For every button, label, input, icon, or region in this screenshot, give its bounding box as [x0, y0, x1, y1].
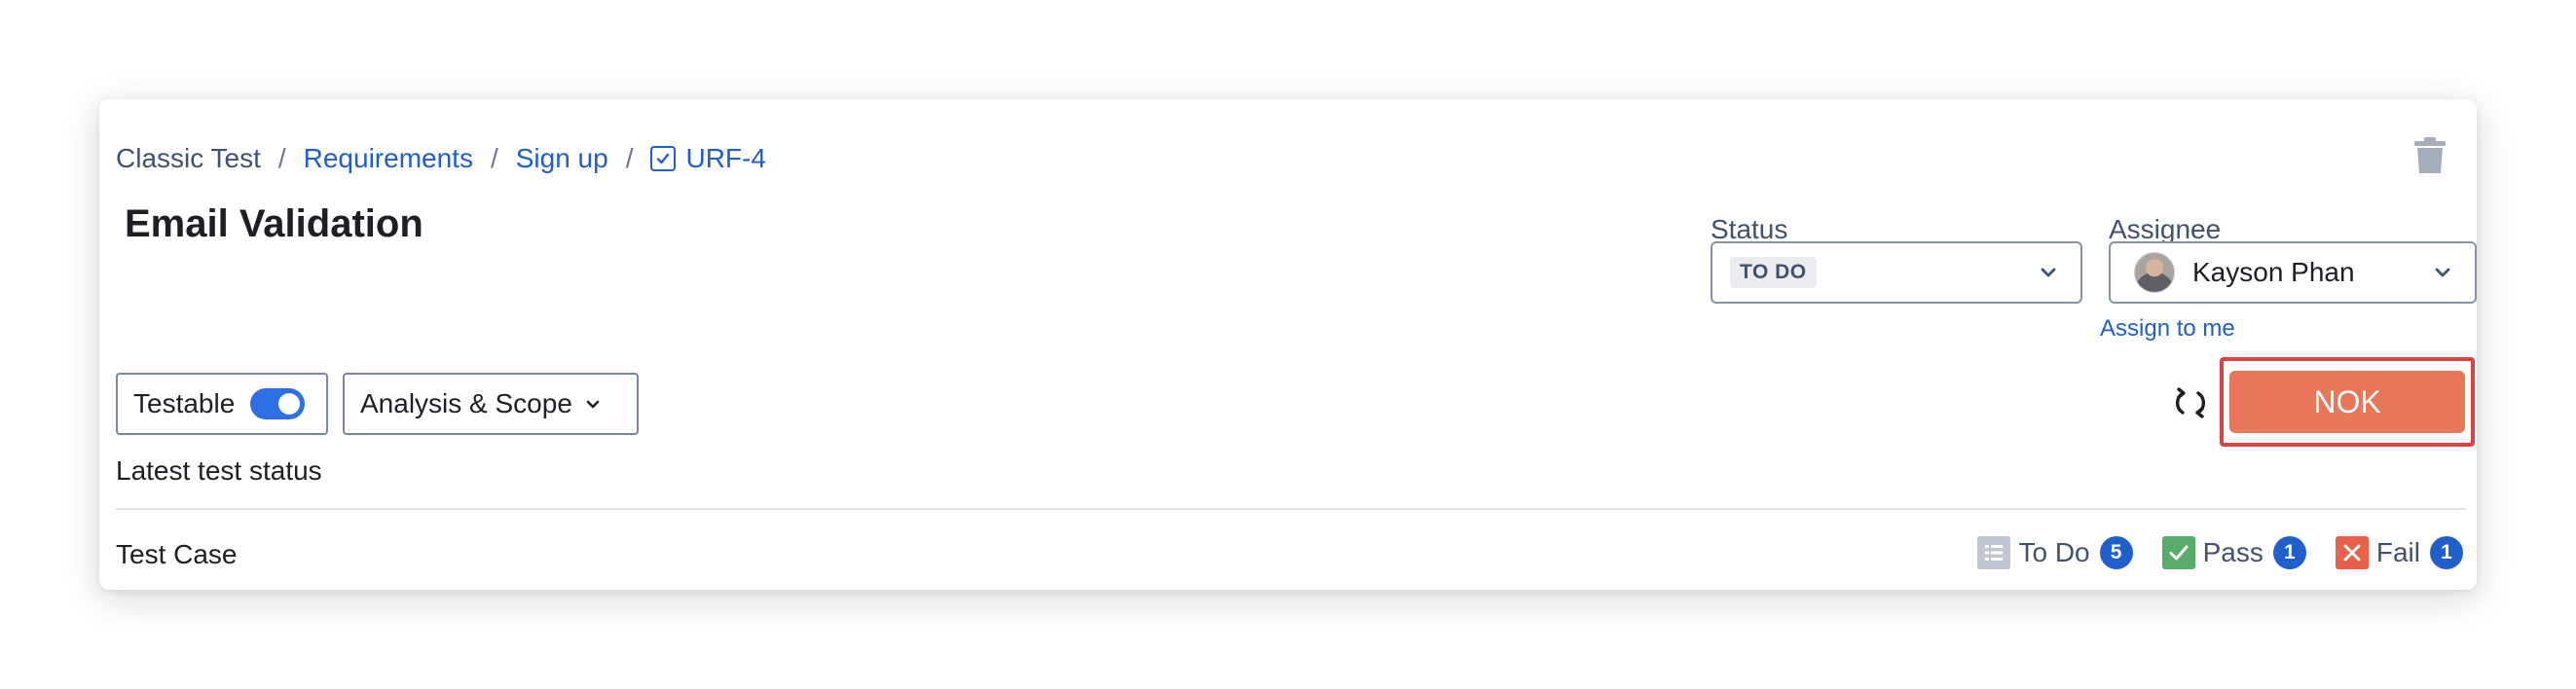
summary-pass[interactable]: Pass 1	[2161, 536, 2306, 569]
summary-pass-count: 1	[2272, 536, 2306, 569]
summary-fail[interactable]: Fail 1	[2335, 536, 2463, 569]
toggle-knob	[278, 393, 301, 415]
requirement-card: Classic Test / Requirements / Sign up / …	[99, 99, 2477, 590]
latest-test-status-heading: Latest test status	[116, 455, 322, 486]
assignee-name: Kayson Phan	[2192, 257, 2355, 287]
check-icon	[2161, 536, 2195, 569]
breadcrumb-separator: /	[277, 143, 286, 173]
checkbox-icon	[650, 146, 677, 171]
chevron-down-icon	[2435, 268, 2450, 277]
testable-label: Testable	[133, 388, 236, 418]
assignee-select[interactable]: Kayson Phan	[2109, 241, 2477, 304]
breadcrumb-project[interactable]: Classic Test	[116, 143, 261, 174]
assign-to-me-link[interactable]: Assign to me	[2100, 315, 2235, 343]
status-lozenge: TO DO	[1730, 257, 1817, 288]
summary-todo[interactable]: To Do 5	[1977, 536, 2133, 569]
status-select[interactable]: TO DO	[1711, 241, 2082, 304]
issue-key-label: URF-4	[685, 143, 766, 173]
breadcrumb: Classic Test / Requirements / Sign up / …	[116, 140, 766, 177]
testable-toggle-box: Testable	[116, 373, 328, 435]
divider	[116, 508, 2466, 510]
nok-result-button[interactable]: NOK	[2229, 371, 2465, 433]
refresh-icon[interactable]	[2171, 383, 2210, 422]
analysis-scope-dropdown[interactable]: Analysis & Scope	[343, 373, 639, 435]
chevron-down-icon	[2041, 268, 2056, 277]
avatar	[2134, 252, 2175, 293]
test-case-label: Test Case	[116, 539, 238, 569]
breadcrumb-separator: /	[625, 143, 634, 173]
page-title: Email Validation	[125, 202, 423, 245]
summary-fail-label: Fail	[2375, 537, 2420, 567]
breadcrumb-requirements[interactable]: Requirements	[304, 143, 473, 174]
x-icon	[2335, 536, 2369, 569]
breadcrumb-separator: /	[490, 143, 498, 173]
list-icon	[1977, 536, 2011, 569]
testable-toggle[interactable]	[250, 388, 306, 419]
summary-todo-label: To Do	[2018, 537, 2090, 567]
test-status-summary: To Do 5 Pass 1 Fail 1	[1948, 536, 2463, 569]
trash-icon[interactable]	[2412, 136, 2447, 175]
summary-todo-count: 5	[2099, 536, 2133, 569]
summary-pass-label: Pass	[2202, 537, 2263, 567]
breadcrumb-issue-key[interactable]: URF-4	[650, 143, 766, 174]
chevron-down-icon	[586, 400, 600, 409]
summary-fail-count: 1	[2430, 536, 2463, 569]
analysis-scope-label: Analysis & Scope	[360, 388, 572, 418]
breadcrumb-sign-up[interactable]: Sign up	[516, 143, 608, 174]
